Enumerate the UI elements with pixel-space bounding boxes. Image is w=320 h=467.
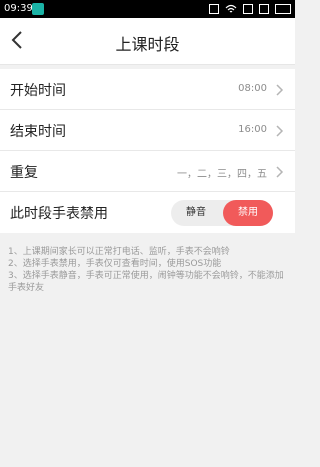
nav-bar: 上课时段 — [0, 18, 295, 65]
signal-icon — [259, 4, 269, 14]
start-time-row[interactable]: 开始时间 08:00 — [0, 69, 295, 110]
start-time-value: 08:00 — [238, 83, 267, 94]
status-icons — [209, 2, 291, 16]
page-title: 上课时段 — [115, 35, 180, 54]
battery-icon — [275, 4, 291, 14]
mute-option[interactable]: 静音 — [171, 200, 221, 226]
status-time: 09:39 — [4, 3, 33, 14]
end-time-row[interactable]: 结束时间 16:00 — [0, 110, 295, 151]
status-bar: 09:39 — [0, 0, 295, 18]
settings-list: 开始时间 08:00 结束时间 16:00 重复 一，二，三，四，五 此时段手表… — [0, 69, 295, 233]
vibrate-icon — [209, 4, 219, 14]
disable-label: 此时段手表禁用 — [10, 206, 108, 222]
mode-toggle[interactable]: 静音 禁用 — [171, 200, 273, 226]
wifi-icon — [225, 4, 237, 13]
start-time-label: 开始时间 — [10, 83, 66, 99]
end-time-value: 16:00 — [238, 124, 267, 135]
disable-row: 此时段手表禁用 静音 禁用 — [0, 192, 295, 233]
repeat-value: 一，二，三，四，五 — [177, 169, 267, 180]
note-item: 2、选择手表禁用，手表仅可查看时间，使用SOS功能 — [8, 259, 222, 269]
note-item: 3、选择手表静音，手表可正常使用，闹钟等功能不会响铃，不能添加手表好友 — [8, 271, 284, 293]
end-time-label: 结束时间 — [10, 124, 66, 140]
app-notification-icon — [32, 3, 44, 15]
disable-option[interactable]: 禁用 — [223, 200, 273, 226]
chevron-right-icon — [276, 166, 284, 178]
repeat-row[interactable]: 重复 一，二，三，四，五 — [0, 151, 295, 192]
chevron-right-icon — [276, 84, 284, 96]
repeat-label: 重复 — [10, 165, 38, 181]
sim-icon — [243, 4, 253, 14]
note-item: 1、上课期间家长可以正常打电话、监听，手表不会响铃 — [8, 247, 230, 257]
notes: 1、上课期间家长可以正常打电话、监听，手表不会响铃 2、选择手表禁用，手表仅可查… — [8, 246, 290, 294]
chevron-right-icon — [276, 125, 284, 137]
